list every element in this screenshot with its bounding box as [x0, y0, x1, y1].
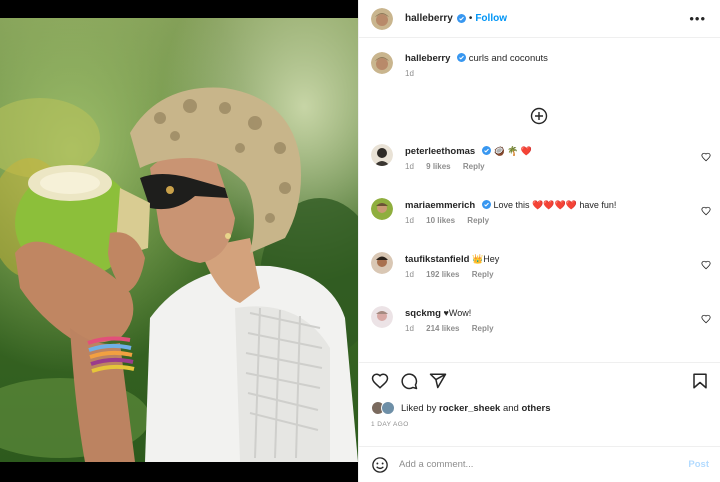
- post-header: halleberry • Follow •••: [359, 0, 720, 38]
- follow-button[interactable]: Follow: [475, 13, 507, 24]
- commenter-avatar[interactable]: [371, 252, 393, 274]
- author-username[interactable]: halleberry: [405, 13, 453, 24]
- comment-item: mariaemmerich Love this ❤️❤️❤️❤️ have fu…: [371, 198, 711, 225]
- emoji-icon[interactable]: [371, 456, 389, 474]
- liked-by-conj: and: [502, 402, 519, 414]
- comment-likes[interactable]: 214 likes: [426, 324, 459, 333]
- caption-username[interactable]: halleberry: [405, 53, 450, 64]
- comment-username[interactable]: mariaemmerich: [405, 200, 475, 211]
- more-options-icon[interactable]: •••: [689, 11, 706, 26]
- heart-icon[interactable]: [701, 206, 711, 216]
- comment-likes[interactable]: 10 likes: [426, 216, 455, 225]
- comment-time: 1d: [405, 216, 414, 225]
- comment-time: 1d: [405, 324, 414, 333]
- comment-item: sqckmg ♥Wow! 1d 214 likes Reply: [371, 306, 711, 333]
- post-photo-panel: [0, 0, 358, 482]
- liked-by-user[interactable]: rocker_sheek: [439, 403, 500, 414]
- caption-text: curls and coconuts: [468, 53, 548, 64]
- heart-icon[interactable]: [701, 314, 711, 324]
- liker-avatar[interactable]: [381, 401, 395, 415]
- post-date[interactable]: 1 DAY AGO: [359, 417, 720, 433]
- caption-time: 1d: [405, 69, 414, 78]
- comment-text: 👑Hey: [472, 254, 500, 264]
- reply-button[interactable]: Reply: [472, 270, 494, 279]
- comment-likes[interactable]: 192 likes: [426, 270, 459, 279]
- reply-button[interactable]: Reply: [472, 324, 494, 333]
- header-separator: •: [468, 13, 473, 24]
- comment-text: ♥Wow!: [443, 308, 472, 318]
- comments-section: halleberry curls and coconuts 1d peterle…: [359, 38, 720, 358]
- bookmark-icon[interactable]: [691, 372, 709, 390]
- verified-badge-icon: [481, 200, 491, 209]
- caption-avatar[interactable]: [371, 52, 393, 74]
- verified-badge-icon: [456, 14, 466, 23]
- post-actions: Liked by rocker_sheek and others 1 DAY A…: [359, 362, 720, 433]
- comment-username[interactable]: peterleethomas: [405, 146, 475, 157]
- comment-likes[interactable]: 9 likes: [426, 162, 450, 171]
- post-button[interactable]: Post: [688, 459, 709, 470]
- comment-username[interactable]: taufikstanfield: [405, 254, 469, 265]
- action-icons-row: [359, 363, 720, 399]
- liked-by-row: Liked by rocker_sheek and others: [359, 399, 720, 417]
- commenter-avatar[interactable]: [371, 198, 393, 220]
- add-comment-bar: Post: [359, 446, 720, 482]
- commenter-avatar[interactable]: [371, 144, 393, 166]
- comment-text: 🥥 🌴 ❤️: [493, 146, 533, 156]
- liker-avatars: [371, 401, 399, 415]
- heart-icon[interactable]: [701, 152, 711, 162]
- comment-username[interactable]: sqckmg: [405, 308, 441, 319]
- liked-by-prefix: Liked by: [401, 402, 437, 414]
- heart-icon[interactable]: [371, 372, 389, 390]
- comment-icon[interactable]: [400, 372, 418, 390]
- reply-button[interactable]: Reply: [463, 162, 485, 171]
- comment-item: taufikstanfield 👑Hey 1d 192 likes Reply: [371, 252, 711, 279]
- commenter-avatar[interactable]: [371, 306, 393, 328]
- verified-badge-icon: [457, 53, 467, 62]
- comment-time: 1d: [405, 270, 414, 279]
- liked-by-others[interactable]: others: [521, 403, 550, 414]
- comment-text: Love this ❤️❤️❤️❤️ have fun!: [493, 200, 617, 210]
- liked-by-text: Liked by rocker_sheek and others: [401, 403, 551, 414]
- comment-input[interactable]: [399, 459, 689, 470]
- post-side-panel: halleberry • Follow ••• halleberry curls…: [358, 0, 720, 482]
- comment-item: peterleethomas 🥥 🌴 ❤️ 1d 9 likes Reply: [371, 144, 711, 171]
- post-photo[interactable]: [0, 18, 358, 462]
- comment-time: 1d: [405, 162, 414, 171]
- share-icon[interactable]: [429, 372, 447, 390]
- reply-button[interactable]: Reply: [467, 216, 489, 225]
- heart-icon[interactable]: [701, 260, 711, 270]
- add-circle-icon[interactable]: [530, 107, 548, 125]
- author-avatar[interactable]: [371, 7, 393, 30]
- verified-badge-icon: [481, 146, 491, 155]
- post-caption: halleberry curls and coconuts 1d: [371, 52, 548, 78]
